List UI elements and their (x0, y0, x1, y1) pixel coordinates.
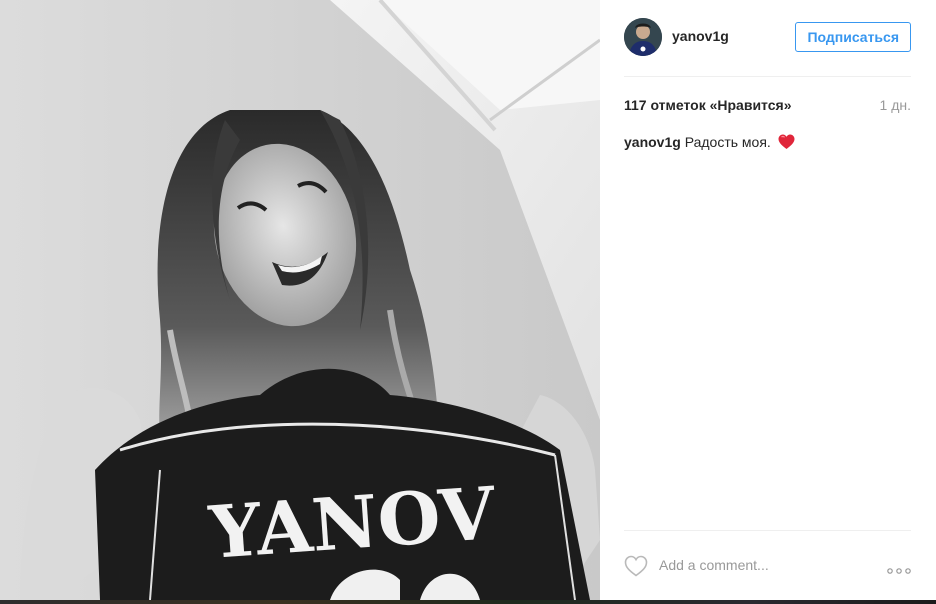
comment-input[interactable] (659, 555, 859, 575)
heart-outline-icon[interactable] (624, 555, 648, 582)
caption-username[interactable]: yanov1g (624, 134, 681, 150)
background-page-strip (0, 600, 936, 604)
author-username[interactable]: yanov1g (672, 28, 729, 44)
post-timestamp[interactable]: 1 дн. (880, 97, 911, 113)
likes-row: 117 отметок «Нравится» 1 дн. (624, 96, 911, 116)
likes-count[interactable]: 117 отметок «Нравится» (624, 97, 791, 113)
post-side-panel: yanov1g Подписаться 117 отметок «Нравитс… (600, 0, 936, 600)
follow-button[interactable]: Подписаться (795, 22, 911, 52)
post-caption: yanov1g Радость моя. (624, 134, 911, 153)
caption-text: Радость моя. (684, 134, 771, 150)
author-avatar[interactable] (624, 18, 662, 56)
more-options-icon[interactable] (887, 561, 911, 579)
post-footer (624, 530, 911, 589)
post-photo[interactable]: YANOV (0, 0, 600, 600)
photo-image: YANOV (0, 0, 600, 600)
user-avatar-icon (624, 18, 662, 56)
red-heart-emoji-icon (778, 134, 795, 153)
post-header: yanov1g Подписаться (624, 0, 911, 77)
